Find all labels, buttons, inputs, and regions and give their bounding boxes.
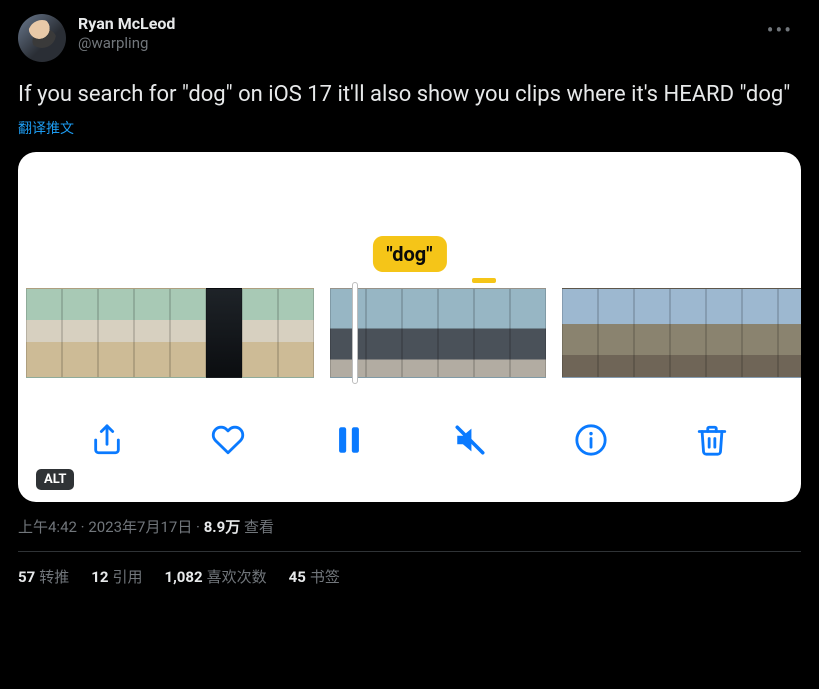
thumbnail-frame bbox=[598, 288, 634, 378]
quotes-stat[interactable]: 12引用 bbox=[91, 566, 142, 587]
more-icon[interactable]: ••• bbox=[759, 14, 801, 46]
bookmarks-stat[interactable]: 45书签 bbox=[289, 566, 340, 587]
thumbnail-frame bbox=[562, 288, 598, 378]
display-name[interactable]: Ryan McLeod bbox=[78, 14, 175, 33]
pause-icon[interactable] bbox=[332, 423, 366, 457]
likes-stat[interactable]: 1,082喜欢次数 bbox=[164, 566, 266, 587]
thumbnail-frame bbox=[206, 288, 242, 378]
thumbnail-frame bbox=[634, 288, 670, 378]
thumbnail-frame bbox=[742, 288, 778, 378]
translate-link[interactable]: 翻译推文 bbox=[18, 118, 74, 138]
thumbnail-frame bbox=[474, 288, 510, 378]
divider bbox=[18, 551, 801, 552]
thumbnail-frame bbox=[366, 288, 402, 378]
thumbnail-frame bbox=[98, 288, 134, 378]
thumbnail-frame bbox=[330, 288, 366, 378]
mute-icon[interactable] bbox=[453, 423, 487, 457]
tweet-text: If you search for "dog" on iOS 17 it'll … bbox=[18, 80, 801, 110]
tweet-date[interactable]: 2023年7月17日 bbox=[88, 518, 192, 536]
tweet-stats: 57转推 12引用 1,082喜欢次数 45书签 bbox=[18, 566, 801, 587]
thumbnail-frame bbox=[242, 288, 278, 378]
caption-tooltip: "dog" bbox=[372, 236, 446, 272]
media-card[interactable]: "dog" bbox=[18, 152, 801, 502]
caption-marker bbox=[472, 278, 496, 283]
thumbnail-frame bbox=[62, 288, 98, 378]
thumbnail-frame bbox=[706, 288, 742, 378]
views-label: 查看 bbox=[244, 518, 274, 536]
tweet-time[interactable]: 上午4:42 bbox=[18, 518, 77, 536]
tweet-meta: 上午4:42 · 2023年7月17日 · 8.9万 查看 bbox=[18, 516, 801, 537]
thumbnail-frame bbox=[26, 288, 62, 378]
thumbnail-frame bbox=[670, 288, 706, 378]
thumbnail-frame bbox=[134, 288, 170, 378]
thumbnail-frame bbox=[438, 288, 474, 378]
trash-icon[interactable] bbox=[695, 423, 729, 457]
share-icon[interactable] bbox=[90, 423, 124, 457]
thumbnail-frame bbox=[510, 288, 546, 378]
user-handle[interactable]: @warpling bbox=[78, 34, 175, 52]
thumbnail-frame bbox=[278, 288, 314, 378]
heart-icon[interactable] bbox=[211, 423, 245, 457]
avatar[interactable] bbox=[18, 14, 66, 62]
info-icon[interactable] bbox=[574, 423, 608, 457]
thumbnail-frame bbox=[170, 288, 206, 378]
retweets-stat[interactable]: 57转推 bbox=[18, 566, 69, 587]
scrubber-handle[interactable] bbox=[352, 282, 358, 384]
alt-badge[interactable]: ALT bbox=[36, 469, 74, 490]
thumbnail-frame bbox=[778, 288, 801, 378]
views-count: 8.9万 bbox=[204, 518, 241, 536]
video-scrubber-reel[interactable] bbox=[18, 288, 801, 378]
thumbnail-frame bbox=[402, 288, 438, 378]
